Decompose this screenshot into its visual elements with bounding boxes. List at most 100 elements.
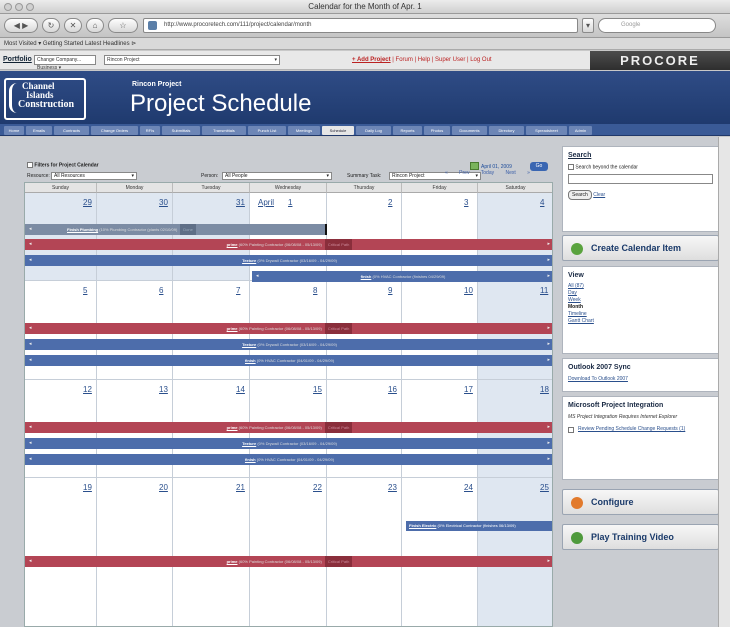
day-number[interactable]: 3 [464, 198, 468, 207]
event-bar-finish-hvac[interactable]: ◂ finish (0% HVAC Contractor (finishes 04… [252, 271, 552, 282]
event-bar-prime[interactable]: ◂ prime (60% Painting Contractor (06/08/0… [25, 556, 552, 567]
event-bar-texture[interactable]: ◂ Texture (0% Drywall Contractor (03/16/0… [25, 339, 552, 350]
event-link[interactable]: Finish Electric [409, 523, 436, 528]
day-number[interactable]: 19 [83, 483, 92, 492]
calendar-day-cell[interactable] [402, 478, 478, 626]
day-number[interactable]: 1 [288, 198, 292, 207]
tab-reports[interactable]: Reports [393, 126, 422, 135]
day-number[interactable]: 18 [540, 385, 549, 394]
tab-submittals[interactable]: Submittals [162, 126, 200, 135]
event-bar-finish-hvac2[interactable]: ◂ finish (0% HVAC Contractor (04/01/09 - … [25, 454, 552, 465]
outlook-download-link[interactable]: Download To Outlook 2007 [568, 376, 713, 383]
event-link[interactable]: finish [361, 274, 372, 279]
event-bar-finish-plumbing[interactable]: ◂ Finish Plumbing (10% Plumbing Contracto… [25, 224, 327, 235]
tab-transmittals[interactable]: Transmittals [202, 126, 246, 135]
clear-link[interactable]: Clear [593, 192, 605, 198]
page-scrollbar[interactable] [718, 137, 730, 627]
day-number[interactable]: 5 [83, 286, 87, 295]
calendar-day-cell[interactable] [97, 478, 173, 626]
day-number[interactable]: 8 [313, 286, 317, 295]
address-bar[interactable]: http://www.procoretech.com/111/project/c… [143, 18, 578, 33]
event-link[interactable]: Texture [242, 258, 256, 263]
resource-select[interactable]: All Resources ▾ [51, 172, 137, 180]
day-number[interactable]: 13 [159, 385, 168, 394]
calendar-day-cell[interactable] [250, 478, 327, 626]
event-bar-texture[interactable]: ◂ Texture (0% Drywall Contractor (03/16/0… [25, 438, 552, 449]
day-number[interactable]: 29 [83, 198, 92, 207]
day-number[interactable]: 14 [236, 385, 245, 394]
event-link[interactable]: prime [227, 326, 238, 331]
configure-button[interactable]: Configure [562, 489, 719, 515]
project-select[interactable]: Rincon Project ▾ [104, 55, 280, 65]
calendar-day-cell[interactable] [173, 478, 250, 626]
calendar-day-cell[interactable] [478, 478, 552, 626]
day-number[interactable]: 4 [540, 198, 544, 207]
view-all-87[interactable]: All (87) [568, 283, 713, 290]
day-number[interactable]: 15 [313, 385, 322, 394]
filters-checkbox[interactable] [27, 162, 33, 168]
event-bar-prime[interactable]: ◂ prime (60% Painting Contractor (06/08/0… [25, 239, 552, 250]
tab-change-orders[interactable]: Change Orders [91, 126, 138, 135]
event-bar-texture[interactable]: ◂ Texture (0% Drywall Contractor (03/16/0… [25, 255, 552, 266]
search-button[interactable]: Search [568, 190, 592, 201]
view-gantt-chart[interactable]: Gantt Chart [568, 318, 713, 325]
day-number[interactable]: 25 [540, 483, 549, 492]
go-button[interactable]: Go [530, 162, 548, 171]
review-pending-link[interactable]: Review Pending Schedule Change Requests … [578, 426, 685, 432]
bookmarks-bar[interactable]: Most Visited ▾ Getting Started Latest He… [0, 38, 730, 50]
day-number[interactable]: 21 [236, 483, 245, 492]
person-select[interactable]: All People ▾ [222, 172, 332, 180]
event-finish-electric[interactable]: Finish Electric (0% Electrical Contracto… [406, 521, 552, 531]
review-checkbox[interactable] [568, 427, 574, 433]
event-link[interactable]: prime [227, 242, 238, 247]
day-number[interactable]: 16 [388, 385, 397, 394]
next-link[interactable]: Next » [506, 170, 530, 176]
event-link[interactable]: finish [245, 457, 256, 462]
tab-photos[interactable]: Photos [424, 126, 450, 135]
event-link[interactable]: prime [227, 425, 238, 430]
view-week[interactable]: Week [568, 297, 713, 304]
dropdown-icon[interactable]: ▾ [582, 18, 594, 33]
tab-home[interactable]: Home [4, 126, 24, 135]
company-select[interactable]: Change Company... Business ▾ [34, 55, 96, 71]
stop-icon[interactable]: ✕ [64, 18, 82, 33]
tab-contracts[interactable]: Contracts [54, 126, 89, 135]
back-forward-buttons[interactable]: ◀ ▶ [4, 18, 38, 33]
view-timeline[interactable]: Timeline [568, 311, 713, 318]
calendar-day-cell[interactable] [327, 478, 402, 626]
event-link[interactable]: Finish Plumbing [67, 227, 98, 232]
tab-spreadsheet[interactable]: Spreadsheet [526, 126, 567, 135]
tab-documents[interactable]: Documents [452, 126, 487, 135]
tab-schedule[interactable]: Schedule [322, 126, 354, 135]
day-number[interactable]: 6 [159, 286, 163, 295]
day-number[interactable]: 9 [388, 286, 392, 295]
tab-directory[interactable]: Directory [489, 126, 524, 135]
tab-daily-log[interactable]: Daily Log [356, 126, 391, 135]
day-number[interactable]: 30 [159, 198, 168, 207]
prev-link[interactable]: « Prev [445, 170, 469, 176]
event-link[interactable]: prime [227, 559, 238, 564]
day-number[interactable]: 20 [159, 483, 168, 492]
view-month[interactable]: Month [568, 304, 713, 311]
play-training-video-button[interactable]: Play Training Video [562, 524, 719, 550]
calendar-day-cell[interactable] [25, 478, 97, 626]
event-link[interactable]: Texture [242, 441, 256, 446]
event-bar-finish-hvac2[interactable]: ◂ finish (0% HVAC Contractor (04/01/09 - … [25, 355, 552, 366]
day-number[interactable]: 24 [464, 483, 473, 492]
today-link[interactable]: Today [481, 170, 494, 176]
tab-meetings[interactable]: Meetings [288, 126, 320, 135]
day-number[interactable]: 10 [464, 286, 473, 295]
search-field[interactable]: Google [598, 18, 716, 33]
reload-icon[interactable]: ↻ [42, 18, 60, 33]
event-link[interactable]: Texture [242, 342, 256, 347]
bookmark-icon[interactable]: ☆ [108, 18, 138, 33]
utility-links[interactable]: | Forum | Help | Super User | Log Out [392, 57, 491, 63]
calendar-icon[interactable] [470, 162, 479, 170]
add-project-link[interactable]: + Add Project [352, 57, 391, 63]
tab-punch-list[interactable]: Punch List [248, 126, 286, 135]
day-number[interactable]: 2 [388, 198, 392, 207]
home-icon[interactable]: ⌂ [86, 18, 104, 33]
day-number-april-1[interactable]: April 1 [258, 198, 292, 207]
day-number[interactable]: 22 [313, 483, 322, 492]
day-number[interactable]: 23 [388, 483, 397, 492]
